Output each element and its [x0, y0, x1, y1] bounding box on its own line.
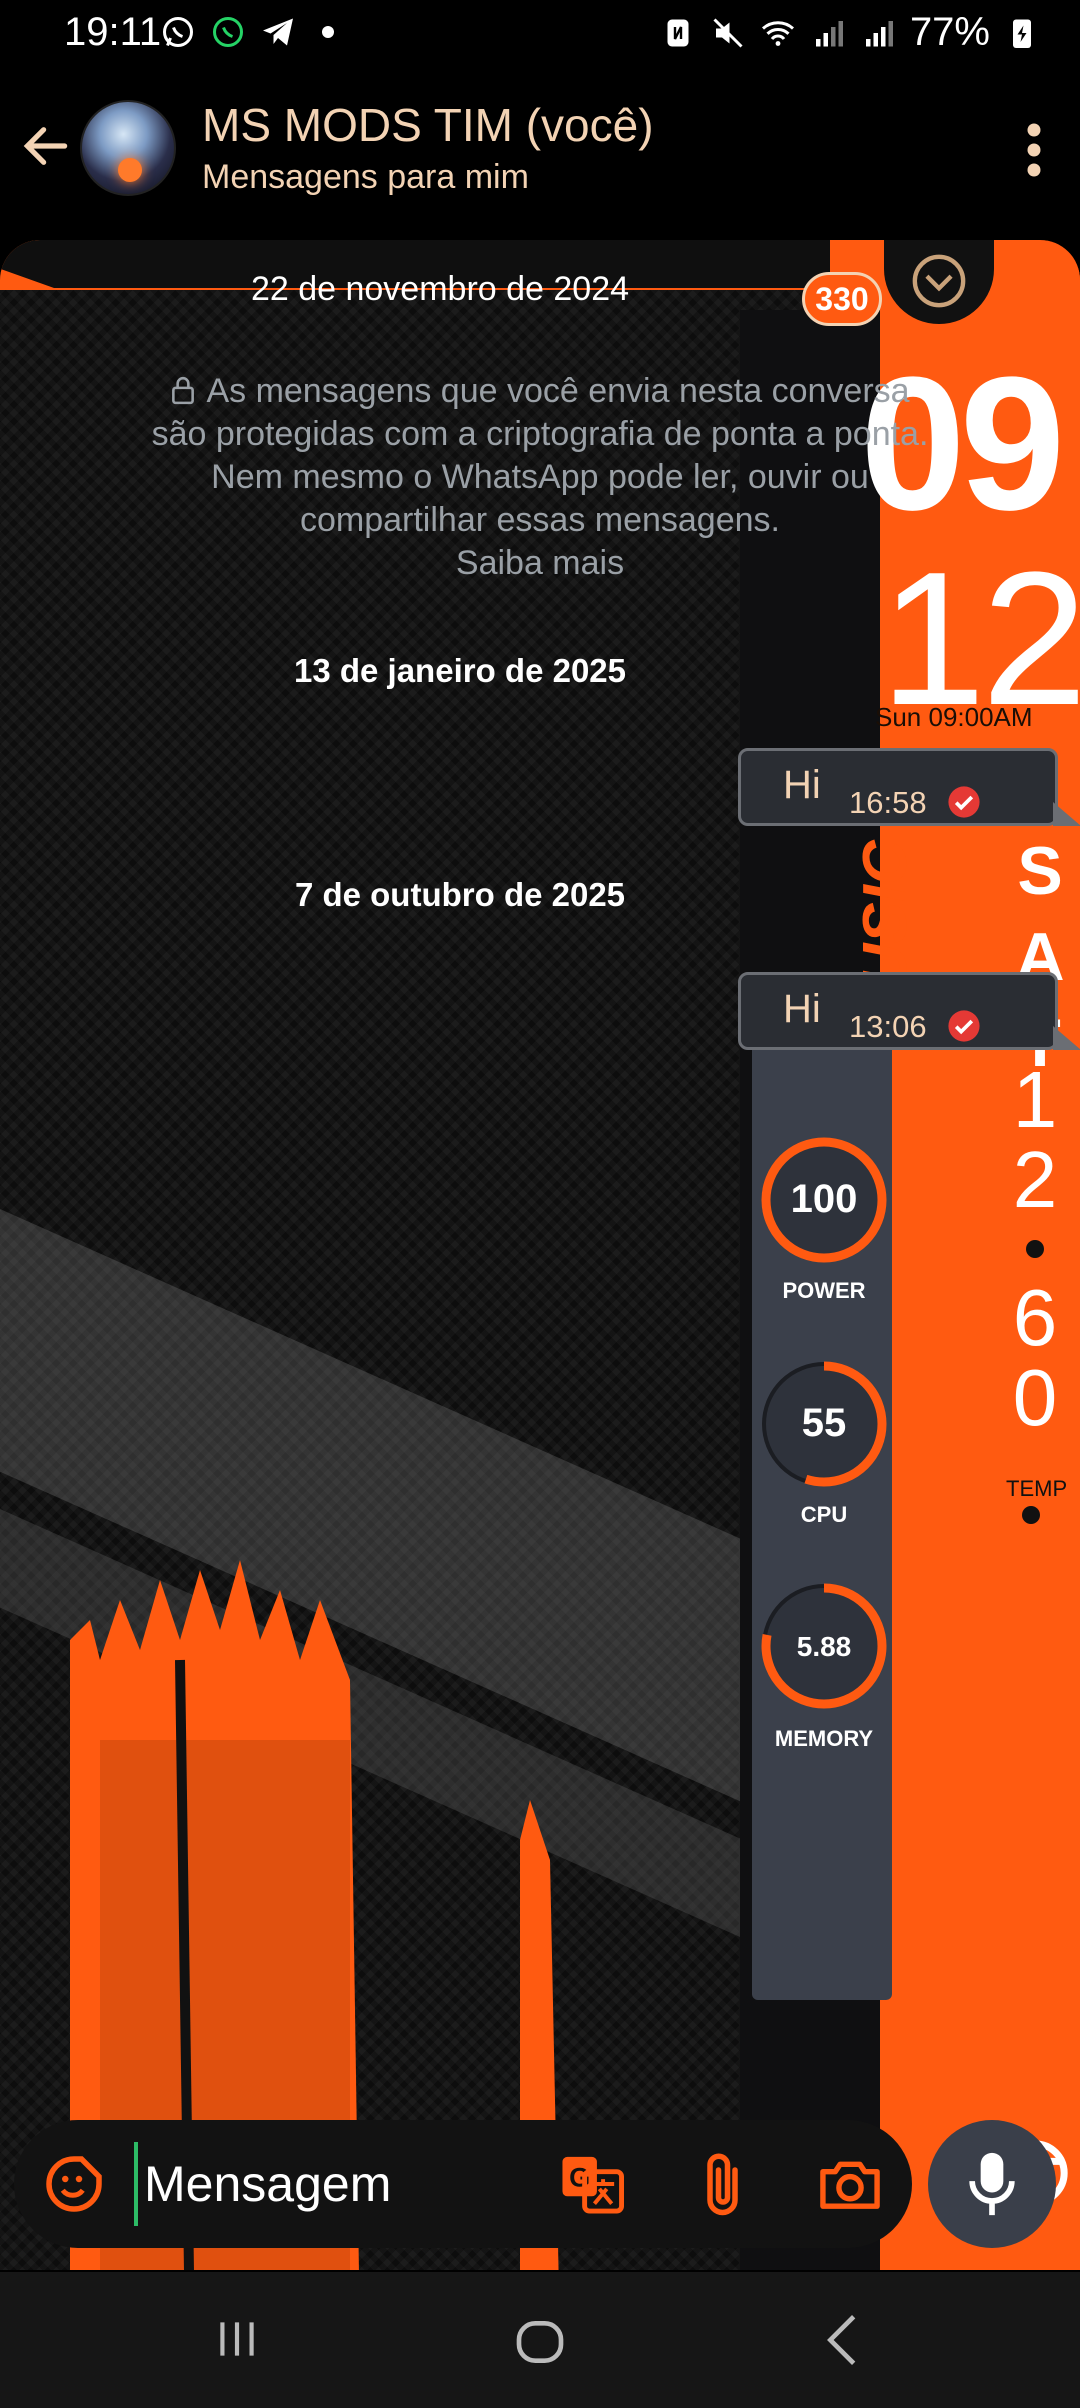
- telegram-notification-icon: [263, 18, 293, 46]
- day-letter: S: [1017, 833, 1063, 909]
- system-navigation-bar: [0, 2272, 1080, 2408]
- home-icon[interactable]: [512, 2314, 568, 2370]
- more-options-icon[interactable]: [1014, 120, 1054, 180]
- more-notifications-dot-icon: [322, 26, 334, 38]
- mute-icon: [713, 17, 743, 48]
- chat-area[interactable]: MUSIC 09 12 Sun 09:00AM S A T 1 2 6 0 TE…: [0, 240, 1080, 2270]
- encryption-text: As mensagens que você envia nesta conver…: [151, 372, 929, 539]
- message-bubble[interactable]: Hi 13:06: [738, 972, 1080, 1050]
- message-bubble[interactable]: Hi 16:58: [738, 748, 1080, 826]
- status-bar: 19:11 77%: [0, 0, 1080, 72]
- nfc-icon: [667, 19, 689, 46]
- encryption-notice[interactable]: As mensagens que você envia nesta conver…: [150, 370, 930, 585]
- chat-header: MS MODS TIM (você) Mensagens para mim: [0, 72, 1080, 232]
- gauge-label: MEMORY: [774, 1726, 874, 1751]
- translate-icon[interactable]: G: [560, 2154, 624, 2214]
- wifi-icon: [761, 20, 794, 46]
- date-separator: 13 de janeiro de 2025: [293, 652, 626, 689]
- notification-icons: [160, 14, 346, 50]
- system-icons: 77%: [660, 10, 1040, 55]
- gauge-label: POWER: [782, 1278, 866, 1303]
- lock-icon: [172, 377, 195, 405]
- status-time: 19:11: [64, 10, 162, 54]
- cpu-gauge: 55: [761, 1361, 887, 1487]
- avatar[interactable]: [80, 100, 176, 196]
- contact-name[interactable]: MS MODS TIM (você): [202, 98, 654, 152]
- message-text: Hi: [783, 763, 821, 807]
- voice-message-button[interactable]: [928, 2120, 1056, 2248]
- gauge-value: 100: [791, 1177, 858, 1221]
- whatsapp-business-notification-icon: [213, 17, 243, 47]
- signal-1-icon: [815, 20, 843, 46]
- date-digit: 1: [1012, 1055, 1058, 1144]
- attach-paperclip-icon[interactable]: [700, 2150, 750, 2220]
- battery-charging-icon: [1013, 19, 1031, 48]
- sticker-emoji-icon[interactable]: [44, 2154, 104, 2214]
- gauge-value: 55: [802, 1401, 847, 1445]
- separator-dot: [1022, 1506, 1040, 1524]
- message-text: Hi: [783, 987, 821, 1031]
- message-time: 13:06: [849, 1009, 927, 1044]
- unread-count-badge[interactable]: 330: [802, 272, 882, 326]
- whatsapp-notification-icon: [163, 17, 193, 47]
- learn-more-link[interactable]: Saiba mais: [150, 542, 930, 585]
- temp-digit: 6: [1012, 1273, 1058, 1362]
- nav-back-icon[interactable]: [822, 2312, 862, 2368]
- recent-apps-icon[interactable]: [212, 2314, 262, 2364]
- gauge-label: CPU: [800, 1502, 848, 1527]
- widget-alarm: Sun 09:00AM: [875, 702, 1033, 732]
- message-input[interactable]: [134, 2142, 534, 2226]
- contact-subtitle[interactable]: Mensagens para mim: [202, 158, 529, 197]
- camera-icon[interactable]: [818, 2154, 882, 2214]
- read-check-icon: [948, 786, 980, 818]
- memory-gauge: 5.88: [761, 1583, 887, 1709]
- gauge-value: 5.88: [797, 1631, 852, 1662]
- separator-dot: [1026, 1240, 1044, 1258]
- message-composer: G: [14, 2120, 912, 2248]
- temp-digit: 0: [1012, 1353, 1058, 1442]
- battery-percent: 77%: [909, 10, 990, 54]
- power-gauge: 100: [761, 1137, 887, 1263]
- chevron-down-icon: [912, 254, 966, 308]
- widget-date-temp: 1 2 6 0: [1000, 1060, 1070, 1438]
- date-digit: 2: [1012, 1135, 1058, 1224]
- widget-temp-label: TEMP: [1006, 1476, 1068, 1501]
- date-separator: 7 de outubro de 2025: [294, 876, 626, 913]
- microphone-icon: [969, 2152, 1015, 2216]
- signal-2-icon: [865, 20, 893, 46]
- read-check-icon: [948, 1010, 980, 1042]
- message-time: 16:58: [849, 785, 927, 820]
- back-arrow-icon[interactable]: [18, 118, 74, 174]
